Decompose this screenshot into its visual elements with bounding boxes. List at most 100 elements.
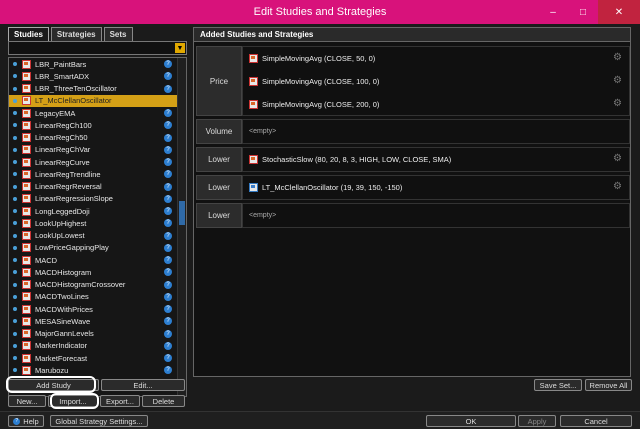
study-list-item[interactable]: LookUpHighest? <box>9 217 186 229</box>
info-icon[interactable]: ? <box>164 109 172 117</box>
study-label: MACDWithPrices <box>35 304 93 314</box>
study-list-item[interactable]: LongLeggedDoji? <box>9 205 186 217</box>
global-strategy-settings-button[interactable]: Global Strategy Settings... <box>50 415 148 427</box>
cancel-button[interactable]: Cancel <box>560 415 632 427</box>
info-icon[interactable]: ? <box>164 60 172 68</box>
group-label-lower: Lower <box>196 147 242 172</box>
info-icon[interactable]: ? <box>164 280 172 289</box>
study-list-item[interactable]: LinearRegCh100? <box>9 119 186 131</box>
study-list-item[interactable]: LinearRegChVar? <box>9 144 186 156</box>
study-list-item[interactable]: LinearRegTrendline? <box>9 168 186 180</box>
study-row[interactable]: SimpleMovingAvg (CLOSE, 200, 0) ⚙ <box>243 93 629 116</box>
bullet-icon <box>13 74 17 79</box>
apply-button[interactable]: Apply <box>518 415 556 427</box>
study-icon <box>22 231 31 241</box>
study-label: MACDHistogramCrossover <box>35 280 126 290</box>
delete-button[interactable]: Delete <box>142 395 185 407</box>
study-list-item[interactable]: LBR_ThreeTenOscillator? <box>9 83 186 95</box>
info-icon[interactable]: ? <box>164 219 172 228</box>
study-label: LBR_SmartADX <box>35 71 90 81</box>
study-row[interactable]: LT_McClellanOscillator (19, 39, 150, -15… <box>243 176 629 199</box>
save-set-button[interactable]: Save Set... <box>534 379 582 391</box>
search-input[interactable]: ▼ <box>8 41 187 55</box>
gear-icon[interactable]: ⚙ <box>613 182 623 192</box>
info-icon[interactable]: ? <box>164 366 172 375</box>
ok-button[interactable]: OK <box>426 415 516 427</box>
tab-strategies[interactable]: Strategies <box>50 27 102 41</box>
gear-icon[interactable]: ⚙ <box>613 99 623 109</box>
study-list-item[interactable]: LinearRegCh50? <box>9 132 186 144</box>
study-list-item[interactable]: MajorGannLevels? <box>9 328 186 340</box>
study-label: MajorGannLevels <box>35 329 94 339</box>
study-list-item[interactable]: MACD? <box>9 254 186 266</box>
maximize-button[interactable]: □ <box>568 0 598 24</box>
info-icon[interactable]: ? <box>164 256 172 264</box>
info-icon[interactable]: ? <box>164 158 172 166</box>
study-row[interactable]: SimpleMovingAvg (CLOSE, 100, 0) ⚙ <box>243 70 629 93</box>
new-button[interactable]: New... <box>8 395 46 407</box>
group-label-volume: Volume <box>196 119 242 144</box>
export-button[interactable]: Export... <box>100 395 140 407</box>
study-list-item[interactable]: LookUpLowest? <box>9 230 186 242</box>
study-list-item[interactable]: MACDHistogramCrossover? <box>9 279 186 291</box>
study-list-item[interactable]: MarkerIndicator? <box>9 340 186 352</box>
scrollbar-thumb[interactable] <box>179 201 185 225</box>
info-icon[interactable]: ? <box>164 170 172 179</box>
study-icon <box>22 108 31 118</box>
group-volume: Volume <empty> <box>196 119 630 144</box>
study-row[interactable]: SimpleMovingAvg (CLOSE, 50, 0) ⚙ <box>243 47 629 70</box>
gear-icon[interactable]: ⚙ <box>613 53 623 63</box>
info-icon[interactable]: ? <box>164 341 172 350</box>
study-list-item[interactable]: LBR_PaintBars? <box>9 58 186 70</box>
study-list-item[interactable]: LBR_SmartADX? <box>9 70 186 82</box>
study-row-label: LT_McClellanOscillator (19, 39, 150, -15… <box>262 183 403 192</box>
study-list-item[interactable]: LegacyEMA? <box>9 107 186 119</box>
study-icon <box>249 183 258 192</box>
list-scrollbar[interactable] <box>177 58 186 396</box>
info-icon[interactable]: ? <box>164 194 172 203</box>
study-list-item[interactable]: MACDHistogram? <box>9 266 186 278</box>
edit-button[interactable]: Edit... <box>101 379 185 391</box>
gear-icon[interactable]: ⚙ <box>613 154 623 164</box>
study-list-item[interactable]: LinearRegrReversal? <box>9 181 186 193</box>
info-icon[interactable]: ? <box>164 231 172 240</box>
close-button[interactable]: ✕ <box>598 0 640 24</box>
info-icon[interactable]: ? <box>164 317 172 326</box>
studies-list[interactable]: LBR_PaintBars? LBR_SmartADX? LBR_ThreeTenO… <box>8 57 187 397</box>
info-icon[interactable]: ? <box>164 207 172 215</box>
info-icon[interactable]: ? <box>164 133 172 142</box>
study-row[interactable]: StochasticSlow (80, 20, 8, 3, HIGH, LOW,… <box>243 148 629 171</box>
study-list-item[interactable]: LinearRegressionSlope? <box>9 193 186 205</box>
study-list-item[interactable]: LowPriceGappingPlay? <box>9 242 186 254</box>
left-pane: Studies Strategies Sets ▼ LBR_PaintBars?… <box>8 27 187 397</box>
study-list-item[interactable]: MarketForecast? <box>9 352 186 364</box>
study-label: LinearRegCh100 <box>35 120 92 130</box>
info-icon[interactable]: ? <box>164 268 172 277</box>
info-icon[interactable]: ? <box>164 243 172 252</box>
title-bar: Edit Studies and Strategies – □ ✕ <box>0 0 640 24</box>
minimize-button[interactable]: – <box>538 0 568 24</box>
remove-all-button[interactable]: Remove All <box>585 379 632 391</box>
gear-icon[interactable]: ⚙ <box>613 76 623 86</box>
info-icon[interactable]: ? <box>164 329 172 338</box>
info-icon[interactable]: ? <box>164 84 172 93</box>
tab-sets[interactable]: Sets <box>103 27 133 41</box>
study-list-item[interactable]: LT_McClellanOscillator <box>9 94 186 107</box>
info-icon[interactable]: ? <box>164 145 172 154</box>
tab-studies[interactable]: Studies <box>8 27 49 41</box>
study-list-item[interactable]: MACDWithPrices? <box>9 303 186 315</box>
info-icon[interactable]: ? <box>164 121 172 130</box>
highlight-add-study <box>6 376 96 393</box>
help-button[interactable]: ? Help <box>8 415 44 427</box>
study-label: LinearRegCurve <box>35 157 90 167</box>
study-list-item[interactable]: LinearRegCurve? <box>9 156 186 168</box>
study-list-item[interactable]: Marubozu? <box>9 364 186 376</box>
info-icon[interactable]: ? <box>164 354 172 362</box>
chevron-down-icon[interactable]: ▼ <box>175 43 185 53</box>
info-icon[interactable]: ? <box>164 72 172 81</box>
info-icon[interactable]: ? <box>164 305 172 313</box>
study-list-item[interactable]: MESASineWave? <box>9 315 186 327</box>
info-icon[interactable]: ? <box>164 292 172 301</box>
study-list-item[interactable]: MACDTwoLines? <box>9 291 186 303</box>
info-icon[interactable]: ? <box>164 182 172 191</box>
